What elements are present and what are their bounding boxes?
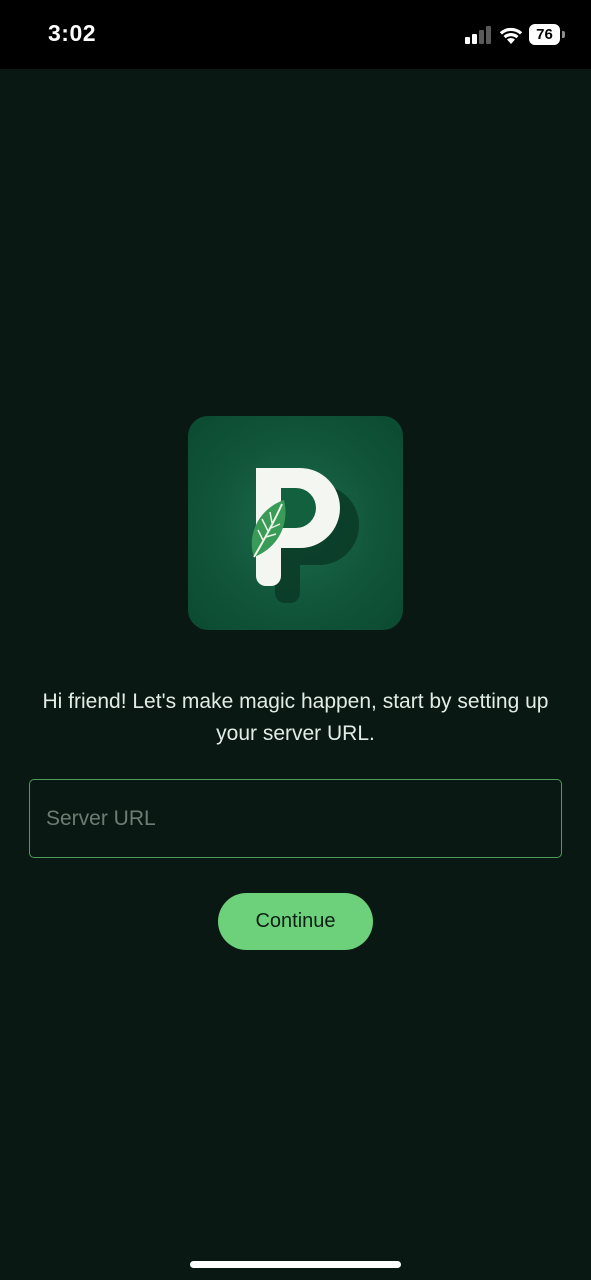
cellular-signal-icon — [465, 26, 493, 44]
battery-level: 76 — [529, 24, 560, 45]
wifi-icon — [498, 24, 524, 44]
status-bar: 3:02 76 — [0, 0, 591, 69]
app-logo — [188, 416, 403, 630]
home-indicator[interactable] — [190, 1261, 401, 1268]
continue-button[interactable]: Continue — [218, 893, 373, 950]
leaf-letter-p-logo-icon — [251, 468, 359, 603]
status-time: 3:02 — [48, 20, 97, 46]
welcome-message: Hi friend! Let's make magic happen, star… — [42, 690, 549, 745]
battery-icon: 76 — [529, 24, 565, 45]
server-url-input[interactable] — [29, 779, 562, 858]
battery-cap — [562, 31, 565, 38]
